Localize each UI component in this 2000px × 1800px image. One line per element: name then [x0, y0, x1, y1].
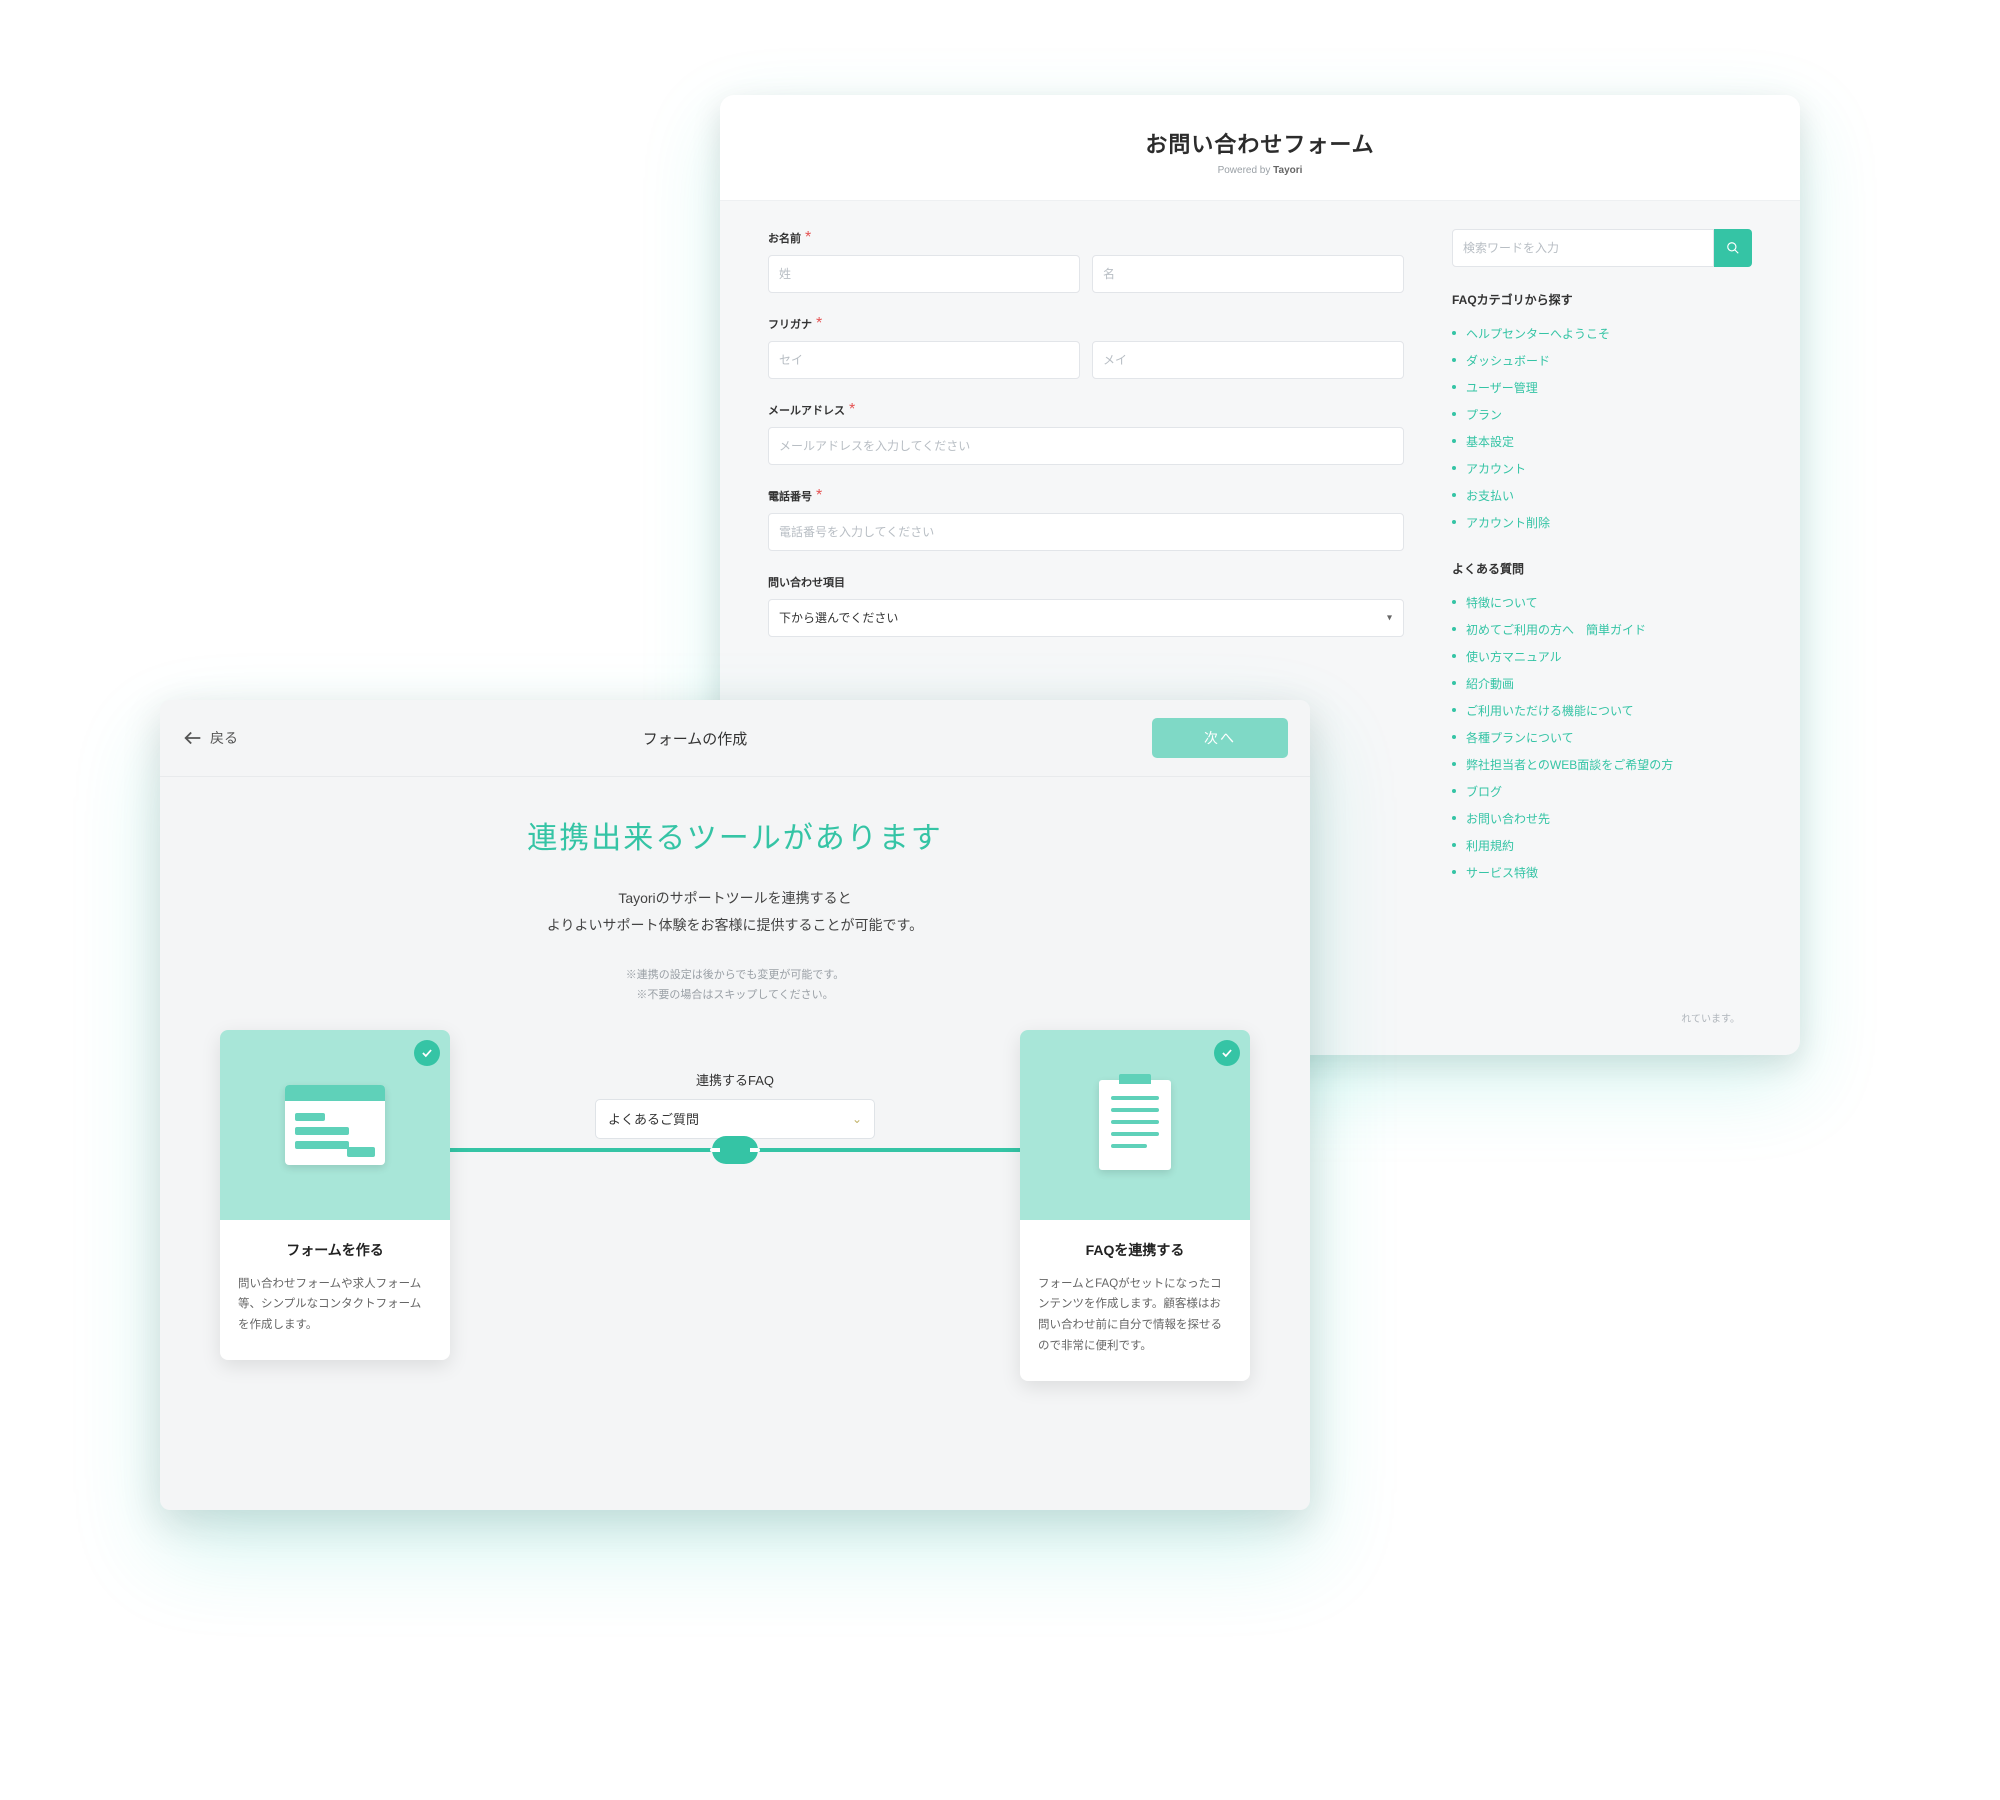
required-marker: *	[816, 315, 822, 332]
label-name: お名前	[768, 233, 801, 245]
input-firstkana[interactable]	[1092, 341, 1404, 379]
input-phone[interactable]	[768, 513, 1404, 551]
faq-category-item[interactable]: ダッシュボード	[1452, 347, 1752, 374]
footer-note: れています。	[1681, 1010, 1740, 1025]
field-name: お名前 *	[768, 229, 1404, 293]
hero-note: ※連携の設定は後からでも変更が可能です。 ※不要の場合はスキップしてください。	[200, 966, 1270, 1006]
powered-prefix: Powered by	[1218, 165, 1274, 176]
sidebar-column: FAQカテゴリから探す ヘルプセンターへようこそダッシュボードユーザー管理プラン…	[1452, 229, 1752, 910]
field-phone: 電話番号 *	[768, 487, 1404, 551]
hero-title: 連携出来るツールがあります	[200, 813, 1270, 857]
hero-line-2: よりよいサポート体験をお客様に提供することが可能です。	[200, 912, 1270, 939]
faq-select-value: よくあるご質問	[608, 1109, 699, 1128]
wizard-window: 戻る フォームの作成 次へ 連携出来るツールがあります Tayoriのサポートツ…	[160, 700, 1310, 1510]
faq-select[interactable]: よくあるご質問 ⌄	[595, 1099, 875, 1139]
contact-form-header: お問い合わせフォーム Powered by Tayori	[720, 95, 1800, 201]
check-badge	[1214, 1040, 1240, 1066]
search-icon	[1726, 241, 1740, 255]
faq-heading: よくある質問	[1452, 560, 1752, 577]
select-topic-wrap[interactable]: 下から選んでください	[768, 599, 1404, 637]
faq-item[interactable]: 弊社担当者とのWEB面談をご希望の方	[1452, 751, 1752, 778]
wizard-body: 連携出来るツールがあります Tayoriのサポートツールを連携すると よりよいサ…	[160, 777, 1310, 1381]
required-marker: *	[805, 229, 811, 246]
form-icon	[285, 1085, 385, 1165]
hero-note-1: ※連携の設定は後からでも変更が可能です。	[200, 966, 1270, 986]
input-lastkana[interactable]	[768, 341, 1080, 379]
required-marker: *	[849, 401, 855, 418]
wizard-title: フォームの作成	[643, 728, 748, 749]
faq-item[interactable]: 初めてご利用の方へ 簡単ガイド	[1452, 616, 1752, 643]
check-icon	[420, 1046, 434, 1060]
check-badge	[414, 1040, 440, 1066]
input-lastname[interactable]	[768, 255, 1080, 293]
page-title: お問い合わせフォーム	[720, 127, 1800, 159]
cards-row: フォームを作る 問い合わせフォームや求人フォーム等、シンプルなコンタクトフォーム…	[200, 1030, 1270, 1381]
hero-note-2: ※不要の場合はスキップしてください。	[200, 986, 1270, 1006]
search-button[interactable]	[1714, 229, 1752, 267]
faq-item[interactable]: サービス特徴	[1452, 859, 1752, 886]
faq-category-item[interactable]: アカウント削除	[1452, 509, 1752, 536]
card-form-desc: 問い合わせフォームや求人フォーム等、シンプルなコンタクトフォームを作成します。	[238, 1274, 432, 1336]
card-faq-illustration	[1020, 1030, 1250, 1220]
card-faq-title: FAQを連携する	[1038, 1240, 1232, 1260]
back-button[interactable]: 戻る	[182, 727, 238, 749]
faq-category-item[interactable]: 基本設定	[1452, 428, 1752, 455]
faq-category-item[interactable]: アカウント	[1452, 455, 1752, 482]
faq-item[interactable]: 利用規約	[1452, 832, 1752, 859]
faq-item[interactable]: 特徴について	[1452, 589, 1752, 616]
label-phone: 電話番号	[768, 491, 812, 503]
document-icon	[1099, 1080, 1171, 1170]
wizard-topbar: 戻る フォームの作成 次へ	[160, 700, 1310, 777]
card-form-title: フォームを作る	[238, 1240, 432, 1260]
required-marker: *	[816, 487, 822, 504]
back-label: 戻る	[210, 728, 238, 748]
card-form-illustration	[220, 1030, 450, 1220]
card-faq-desc: フォームとFAQがセットになったコンテンツを作成します。顧客様はお問い合わせ前に…	[1038, 1274, 1232, 1357]
faq-list: 特徴について初めてご利用の方へ 簡単ガイド使い方マニュアル紹介動画ご利用いただけ…	[1452, 589, 1752, 886]
faq-category-heading: FAQカテゴリから探す	[1452, 291, 1752, 308]
center-column: 連携するFAQ よくあるご質問 ⌄	[575, 1030, 895, 1139]
search-input[interactable]	[1452, 229, 1714, 267]
faq-select-label: 連携するFAQ	[575, 1070, 895, 1089]
connector-node-icon	[712, 1136, 758, 1164]
select-topic[interactable]: 下から選んでください	[768, 599, 1404, 637]
input-email[interactable]	[768, 427, 1404, 465]
field-kana: フリガナ *	[768, 315, 1404, 379]
field-email: メールアドレス *	[768, 401, 1404, 465]
chevron-down-icon: ⌄	[852, 1112, 862, 1126]
label-email: メールアドレス	[768, 405, 845, 417]
faq-category-item[interactable]: ヘルプセンターへようこそ	[1452, 320, 1752, 347]
hero-description: Tayoriのサポートツールを連携すると よりよいサポート体験をお客様に提供する…	[200, 885, 1270, 938]
card-form[interactable]: フォームを作る 問い合わせフォームや求人フォーム等、シンプルなコンタクトフォーム…	[220, 1030, 450, 1360]
faq-item[interactable]: ブログ	[1452, 778, 1752, 805]
next-button[interactable]: 次へ	[1152, 718, 1288, 758]
input-firstname[interactable]	[1092, 255, 1404, 293]
faq-category-item[interactable]: お支払い	[1452, 482, 1752, 509]
field-topic: 問い合わせ項目 下から選んでください	[768, 573, 1404, 637]
arrow-left-icon	[182, 727, 204, 749]
faq-category-item[interactable]: ユーザー管理	[1452, 374, 1752, 401]
label-kana: フリガナ	[768, 319, 812, 331]
check-icon	[1220, 1046, 1234, 1060]
powered-by: Powered by Tayori	[720, 165, 1800, 176]
faq-item[interactable]: 使い方マニュアル	[1452, 643, 1752, 670]
search-row	[1452, 229, 1752, 267]
faq-category-list: ヘルプセンターへようこそダッシュボードユーザー管理プラン基本設定アカウントお支払…	[1452, 320, 1752, 536]
label-topic: 問い合わせ項目	[768, 577, 845, 589]
powered-brand: Tayori	[1273, 165, 1302, 176]
faq-item[interactable]: 各種プランについて	[1452, 724, 1752, 751]
faq-category-item[interactable]: プラン	[1452, 401, 1752, 428]
card-faq[interactable]: FAQを連携する フォームとFAQがセットになったコンテンツを作成します。顧客様…	[1020, 1030, 1250, 1381]
faq-item[interactable]: ご利用いただける機能について	[1452, 697, 1752, 724]
faq-item[interactable]: 紹介動画	[1452, 670, 1752, 697]
faq-item[interactable]: お問い合わせ先	[1452, 805, 1752, 832]
hero-line-1: Tayoriのサポートツールを連携すると	[200, 885, 1270, 912]
